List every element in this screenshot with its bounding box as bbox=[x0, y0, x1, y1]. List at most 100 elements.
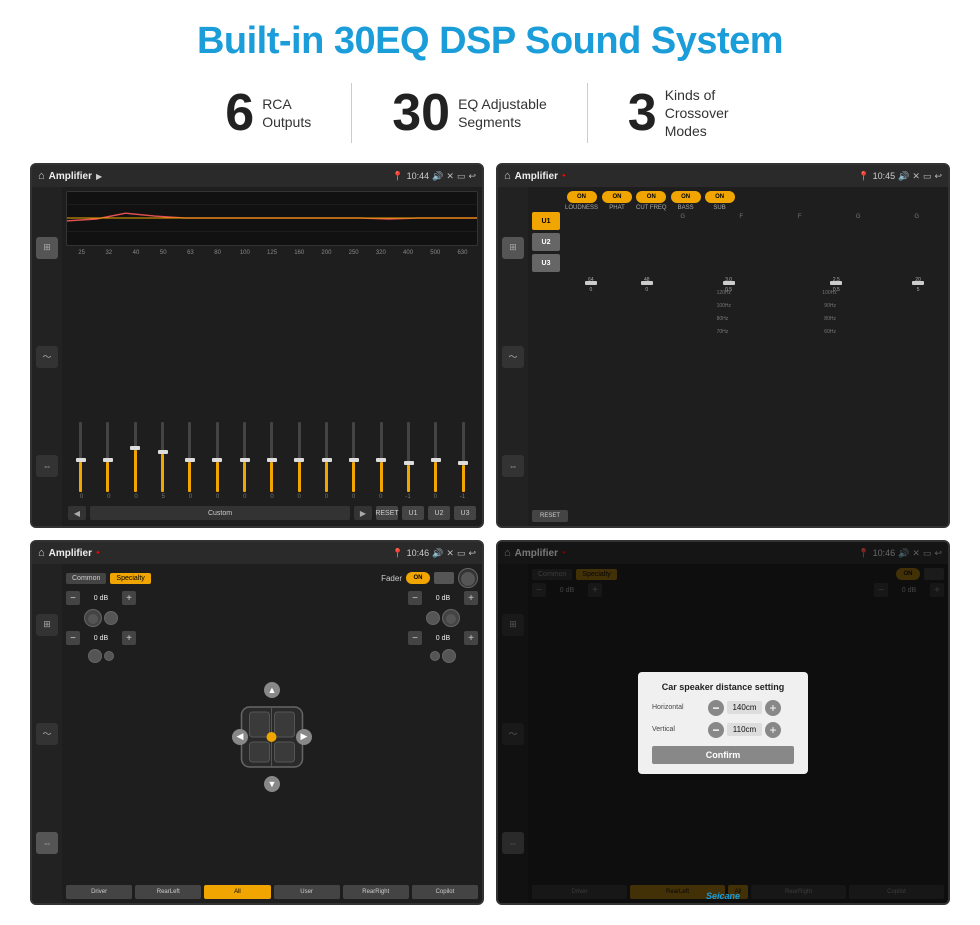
amp-u1-btn[interactable]: U1 bbox=[532, 212, 560, 230]
main-title: Built-in 30EQ DSP Sound System bbox=[197, 20, 783, 63]
eq-sidebar-icon-3[interactable]: ⇔ bbox=[36, 455, 58, 477]
fader-right-minus-2[interactable]: − bbox=[408, 631, 422, 645]
gf-6: G bbox=[890, 214, 945, 220]
freq-500: 500 bbox=[422, 250, 449, 256]
eq-slider-12[interactable] bbox=[369, 422, 394, 492]
arrow-left[interactable]: ◀ bbox=[232, 729, 248, 745]
window-icon-2[interactable]: ▭ bbox=[923, 171, 932, 182]
fader-right-plus-1[interactable]: + bbox=[464, 591, 478, 605]
back-icon-3[interactable]: ↩ bbox=[468, 548, 476, 559]
phat-slider[interactable]: 48 0 bbox=[621, 277, 673, 293]
eq-slider-8[interactable] bbox=[259, 422, 284, 492]
eq-slider-11[interactable] bbox=[341, 422, 366, 492]
watermark: Seicane bbox=[706, 891, 740, 901]
bass-toggle[interactable]: ON bbox=[671, 191, 701, 203]
fader-btn-user[interactable]: User bbox=[274, 885, 340, 899]
dialog-horizontal-minus[interactable]: − bbox=[708, 700, 724, 716]
fader-tab-specialty[interactable]: Specialty bbox=[110, 573, 150, 584]
eq-u3-btn[interactable]: U3 bbox=[454, 506, 476, 520]
home-icon[interactable]: ⌂ bbox=[38, 170, 45, 182]
amp-u3-btn[interactable]: U3 bbox=[532, 254, 560, 272]
fader-tab-common[interactable]: Common bbox=[66, 573, 106, 584]
fader-left-minus-2[interactable]: − bbox=[66, 631, 80, 645]
dialog-vertical-minus[interactable]: − bbox=[708, 722, 724, 738]
sub-toggle[interactable]: ON bbox=[705, 191, 735, 203]
phat-toggle[interactable]: ON bbox=[602, 191, 632, 203]
window-icon-3[interactable]: ▭ bbox=[457, 548, 466, 559]
stat-eq-number: 30 bbox=[392, 87, 450, 139]
dialog-vertical-plus[interactable]: + bbox=[765, 722, 781, 738]
eq-slider-3[interactable] bbox=[123, 422, 148, 492]
dialog-vertical-ctrl: − 110cm + bbox=[708, 722, 781, 738]
eq-preset-custom[interactable]: Custom bbox=[90, 506, 350, 520]
home-icon-2[interactable]: ⌂ bbox=[504, 170, 511, 182]
eq-slider-7[interactable] bbox=[232, 422, 257, 492]
window-icon[interactable]: ▭ bbox=[457, 171, 466, 182]
fader-btn-rearright[interactable]: RearRight bbox=[343, 885, 409, 899]
eq-slider-13[interactable] bbox=[396, 422, 421, 492]
eq-u2-btn[interactable]: U2 bbox=[428, 506, 450, 520]
eq-slider-10[interactable] bbox=[314, 422, 339, 492]
amp-controls: ON LOUDNESS ON PHAT ON CUT FREQ bbox=[565, 191, 944, 293]
crossover-sidebar-icon-2[interactable]: 〜 bbox=[502, 346, 524, 368]
topbar-icons-3: 📍 10:46 🔊 ✕ ▭ ↩ bbox=[392, 548, 476, 559]
fader-btn-copilot[interactable]: Copilot bbox=[412, 885, 478, 899]
crossover-sidebar-icon-3[interactable]: ⇔ bbox=[502, 455, 524, 477]
loudness-toggle[interactable]: ON bbox=[567, 191, 597, 203]
fader-btn-rearleft[interactable]: RearLeft bbox=[135, 885, 201, 899]
loudness-slider[interactable]: 64 0 bbox=[565, 277, 617, 293]
eq-slider-4[interactable] bbox=[150, 422, 175, 492]
amp-u2-btn[interactable]: U2 bbox=[532, 233, 560, 251]
eq-slider-15[interactable] bbox=[451, 422, 476, 492]
eq-slider-6[interactable] bbox=[205, 422, 230, 492]
home-icon-3[interactable]: ⌂ bbox=[38, 547, 45, 559]
eq-sidebar-icon-2[interactable]: 〜 bbox=[36, 346, 58, 368]
fader-left-minus-1[interactable]: − bbox=[66, 591, 80, 605]
fader-sidebar-icon-2[interactable]: 〜 bbox=[36, 723, 58, 745]
fader-left-plus-1[interactable]: + bbox=[122, 591, 136, 605]
eq-forward-btn[interactable]: ▶ bbox=[354, 506, 372, 520]
eq-slider-14[interactable] bbox=[423, 422, 448, 492]
fader-slider[interactable] bbox=[434, 572, 454, 584]
eq-sliders-area: 25 32 40 50 63 80 100 125 160 200 250 32… bbox=[66, 250, 478, 500]
eq-slider-2[interactable] bbox=[95, 422, 120, 492]
eq-back-btn[interactable]: ◀ bbox=[68, 506, 86, 520]
cutfreq-slider-1[interactable]: 3.0 120Hz 100Hz 80Hz 70Hz bbox=[677, 277, 781, 293]
fader-top: Common Specialty Fader ON bbox=[66, 568, 478, 588]
sub-slider[interactable]: 20 5 bbox=[892, 277, 944, 293]
dialog-confirm-button[interactable]: Confirm bbox=[652, 746, 794, 764]
close-icon[interactable]: ✕ bbox=[446, 171, 454, 182]
close-icon-2[interactable]: ✕ bbox=[912, 171, 920, 182]
fader-right-minus-1[interactable]: − bbox=[408, 591, 422, 605]
eq-slider-1[interactable] bbox=[68, 422, 93, 492]
bass-sliders: 2.5 100Hz 90Hz 80Hz 60Hz bbox=[784, 277, 888, 293]
gf-1 bbox=[597, 214, 652, 220]
eq-reset-btn[interactable]: RESET bbox=[376, 506, 398, 520]
fader-on-toggle[interactable]: ON bbox=[406, 572, 430, 584]
bass-slider-1[interactable]: 2.5 100Hz 90Hz 80Hz 60Hz bbox=[784, 277, 888, 293]
eq-slider-5[interactable] bbox=[177, 422, 202, 492]
back-icon[interactable]: ↩ bbox=[468, 171, 476, 182]
amp-reset-btn[interactable]: RESET bbox=[532, 510, 568, 522]
arrow-up[interactable]: ▲ bbox=[264, 682, 280, 698]
crossover-sidebar-icon-1[interactable]: ⊞ bbox=[502, 237, 524, 259]
fader-right-plus-2[interactable]: + bbox=[464, 631, 478, 645]
fader-sidebar-icon-1[interactable]: ⊞ bbox=[36, 614, 58, 636]
eq-u1-btn[interactable]: U1 bbox=[402, 506, 424, 520]
close-icon-3[interactable]: ✕ bbox=[446, 548, 454, 559]
arrow-right[interactable]: ▶ bbox=[296, 729, 312, 745]
fader-speaker-icons-left-2 bbox=[66, 649, 136, 663]
fader-btn-driver[interactable]: Driver bbox=[66, 885, 132, 899]
dialog-title: Car speaker distance setting bbox=[652, 682, 794, 692]
eq-slider-9[interactable] bbox=[287, 422, 312, 492]
arrow-down[interactable]: ▼ bbox=[264, 776, 280, 792]
cutfreq-toggle[interactable]: ON bbox=[636, 191, 666, 203]
fader-knob[interactable] bbox=[458, 568, 478, 588]
fader-left-plus-2[interactable]: + bbox=[122, 631, 136, 645]
topbar-icons: 📍 10:44 🔊 ✕ ▭ ↩ bbox=[392, 171, 476, 182]
fader-sidebar-icon-3[interactable]: ⇔ bbox=[36, 832, 58, 854]
back-icon-2[interactable]: ↩ bbox=[934, 171, 942, 182]
eq-sidebar-icon-1[interactable]: ⊞ bbox=[36, 237, 58, 259]
dialog-horizontal-plus[interactable]: + bbox=[765, 700, 781, 716]
fader-btn-all[interactable]: All bbox=[204, 885, 270, 899]
